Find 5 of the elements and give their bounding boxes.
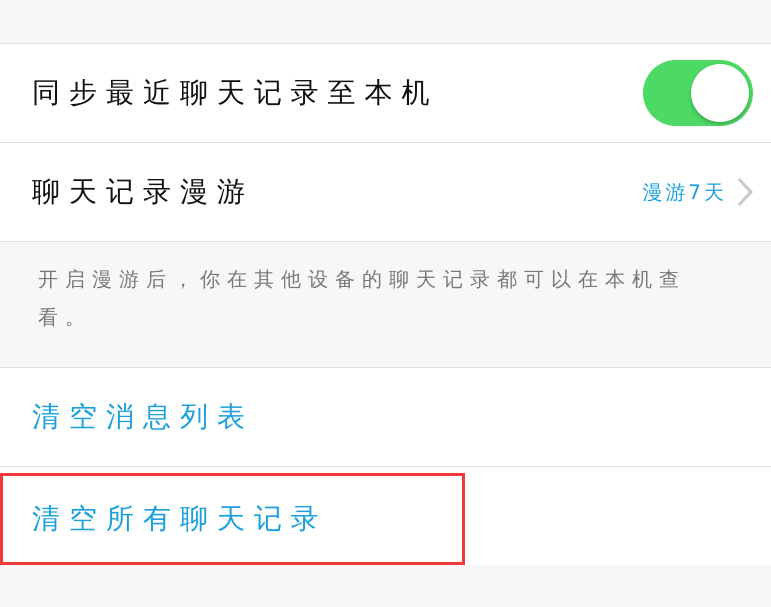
action-link[interactable]: 清空所有聊天记录 xyxy=(32,500,444,538)
setting-label: 同步最近聊天记录至本机 xyxy=(32,75,440,111)
chevron-icon xyxy=(737,177,753,207)
roaming-row[interactable]: 聊天记录漫游 漫游7天 xyxy=(0,143,771,242)
action-link[interactable]: 清空消息列表 xyxy=(32,398,753,436)
